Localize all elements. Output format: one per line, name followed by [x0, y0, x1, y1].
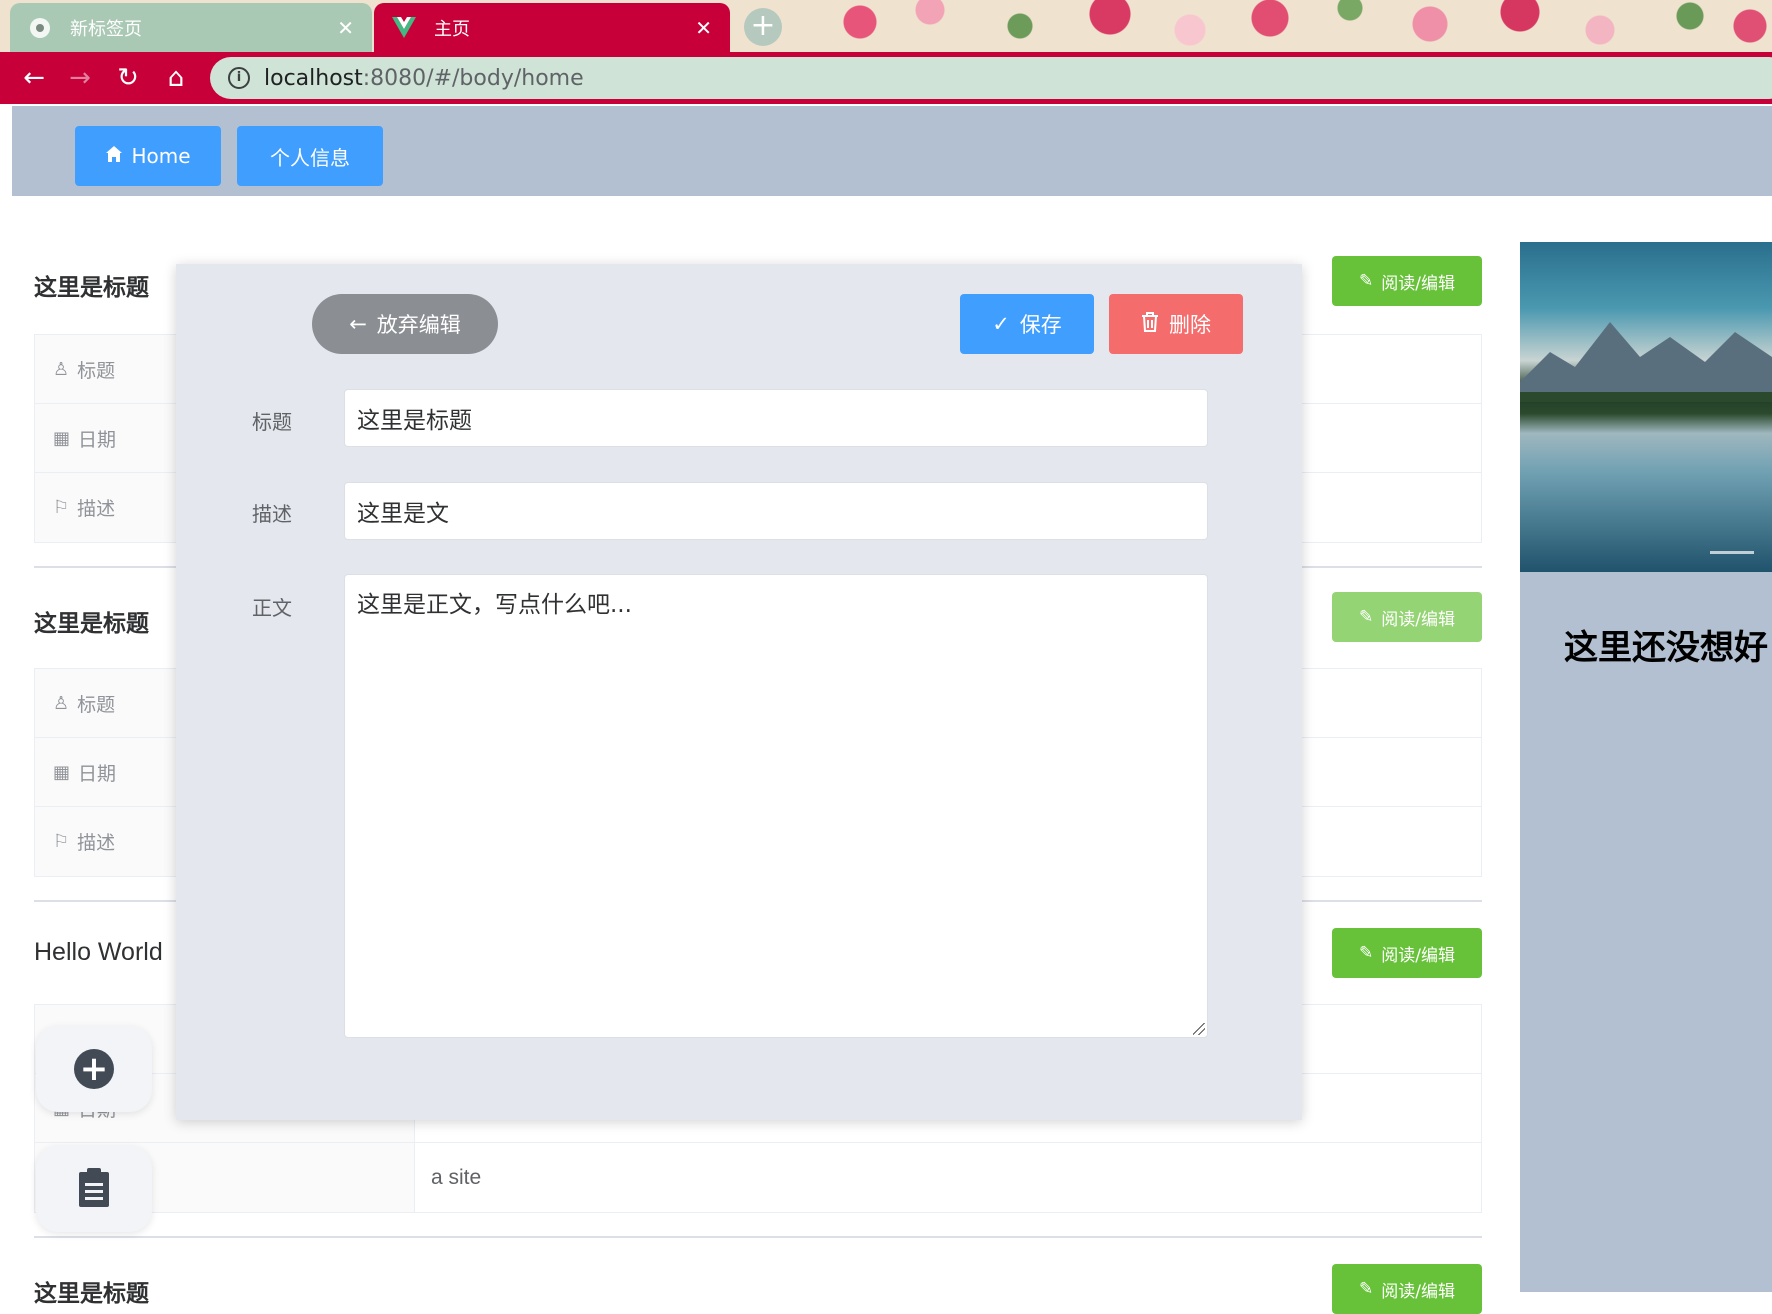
right-sidebar: 这里还没想好 — [1520, 242, 1772, 1292]
browser-tab-home[interactable]: 主页 ✕ — [374, 3, 730, 52]
plus-circle-icon: + — [74, 1049, 114, 1089]
desc-label: 描述 — [77, 498, 116, 520]
landscape-image — [1520, 322, 1772, 402]
desc-label: 标题 — [77, 693, 116, 716]
description-input[interactable]: 这里是文 — [344, 482, 1208, 540]
image-carousel[interactable] — [1520, 242, 1772, 572]
body-textarea[interactable]: 这里是正文，写点什么吧... — [344, 574, 1208, 1038]
forward-arrow-icon[interactable]: → — [64, 62, 96, 94]
bookmark-icon: ⚐ — [53, 831, 70, 852]
pencil-icon: ✎ — [1359, 1279, 1374, 1299]
read-edit-button[interactable]: ✎ 阅读/编辑 — [1332, 1264, 1482, 1314]
clipboard-icon — [77, 1167, 111, 1211]
profile-nav-button[interactable]: 个人信息 — [237, 126, 383, 186]
post-title: 这里是标题 — [34, 1281, 149, 1307]
discard-edit-label: 放弃编辑 — [376, 313, 461, 337]
body-text: 这里是正文，写点什么吧... — [357, 592, 632, 618]
bookmark-icon: ⚐ — [53, 497, 70, 518]
read-edit-button[interactable]: ✎ 阅读/编辑 — [1332, 592, 1482, 642]
url-host: localhost — [264, 65, 363, 91]
back-arrow-icon: ← — [349, 312, 367, 336]
browser-tab-bar: 新标签页 ✕ 主页 ✕ + — [0, 0, 1772, 52]
calendar-icon: ▦ — [53, 427, 71, 449]
tab-title: 主页 — [434, 18, 470, 40]
trash-icon — [1141, 311, 1159, 337]
save-label: 保存 — [1019, 313, 1062, 337]
desc-value: a site — [431, 1165, 482, 1189]
user-icon: ♙ — [53, 692, 70, 714]
title-field-label: 标题 — [252, 410, 292, 434]
vue-logo-icon — [392, 16, 416, 40]
edit-post-dialog: ← 放弃编辑 ✓ 保存 删除 标题 这里是标题 描述 这里是文 正文 这里是正文… — [176, 264, 1302, 1120]
tab-close-icon[interactable]: ✕ — [337, 16, 354, 40]
desc-label: 日期 — [78, 762, 117, 785]
reload-icon[interactable]: ↻ — [112, 62, 144, 94]
read-edit-label: 阅读/编辑 — [1381, 273, 1455, 294]
app-header: Home 个人信息 — [12, 106, 1772, 196]
browser-tab-new-tab[interactable]: 新标签页 ✕ — [10, 3, 372, 52]
post-title: 这里是标题 — [34, 611, 149, 637]
back-arrow-icon[interactable]: ← — [18, 62, 50, 94]
home-nav-label: Home — [131, 144, 191, 168]
desc-label: 日期 — [78, 428, 117, 451]
read-edit-button[interactable]: ✎ 阅读/编辑 — [1332, 928, 1482, 978]
description-field-label: 描述 — [252, 502, 292, 526]
tab-title: 新标签页 — [70, 18, 142, 40]
read-edit-label: 阅读/编辑 — [1381, 1281, 1455, 1302]
site-info-icon[interactable]: i — [228, 67, 250, 89]
delete-label: 删除 — [1169, 313, 1211, 337]
desc-row: ⚐描述 a site — [35, 1143, 1481, 1212]
read-edit-label: 阅读/编辑 — [1381, 609, 1455, 630]
pencil-icon: ✎ — [1359, 271, 1374, 291]
check-icon: ✓ — [992, 312, 1010, 336]
body-field-label: 正文 — [252, 596, 292, 620]
url-port: :8080 — [362, 65, 427, 91]
home-icon[interactable]: ⌂ — [160, 62, 192, 94]
post-divider — [34, 1236, 1482, 1238]
url-path: /#/body/home — [426, 65, 584, 91]
tab-close-icon[interactable]: ✕ — [695, 16, 712, 40]
discard-edit-button[interactable]: ← 放弃编辑 — [312, 294, 498, 354]
read-edit-button[interactable]: ✎ 阅读/编辑 — [1332, 256, 1482, 306]
desc-label: 标题 — [77, 359, 116, 382]
post-title: Hello World — [34, 938, 163, 966]
save-button[interactable]: ✓ 保存 — [960, 294, 1094, 354]
add-post-button[interactable]: + — [36, 1026, 152, 1112]
browser-toolbar: ← → ↻ ⌂ i localhost:8080/#/body/home — [0, 52, 1772, 104]
desc-label: 描述 — [77, 832, 116, 854]
user-icon: ♙ — [53, 358, 70, 380]
title-input[interactable]: 这里是标题 — [344, 389, 1208, 447]
home-nav-button[interactable]: Home — [75, 126, 221, 186]
pencil-icon: ✎ — [1359, 943, 1374, 963]
sidebar-heading: 这里还没想好 — [1564, 628, 1768, 668]
pencil-icon: ✎ — [1359, 607, 1374, 627]
calendar-icon: ▦ — [53, 761, 71, 783]
house-icon — [105, 144, 123, 168]
clipboard-button[interactable] — [36, 1146, 152, 1232]
chrome-icon — [28, 16, 52, 40]
resize-handle-icon[interactable] — [1193, 1023, 1205, 1035]
carousel-indicator[interactable] — [1710, 551, 1754, 554]
post-title: 这里是标题 — [34, 275, 149, 301]
read-edit-label: 阅读/编辑 — [1381, 945, 1455, 966]
new-tab-button[interactable]: + — [744, 8, 782, 46]
delete-button[interactable]: 删除 — [1109, 294, 1243, 354]
address-bar[interactable]: i localhost:8080/#/body/home — [210, 57, 1772, 99]
